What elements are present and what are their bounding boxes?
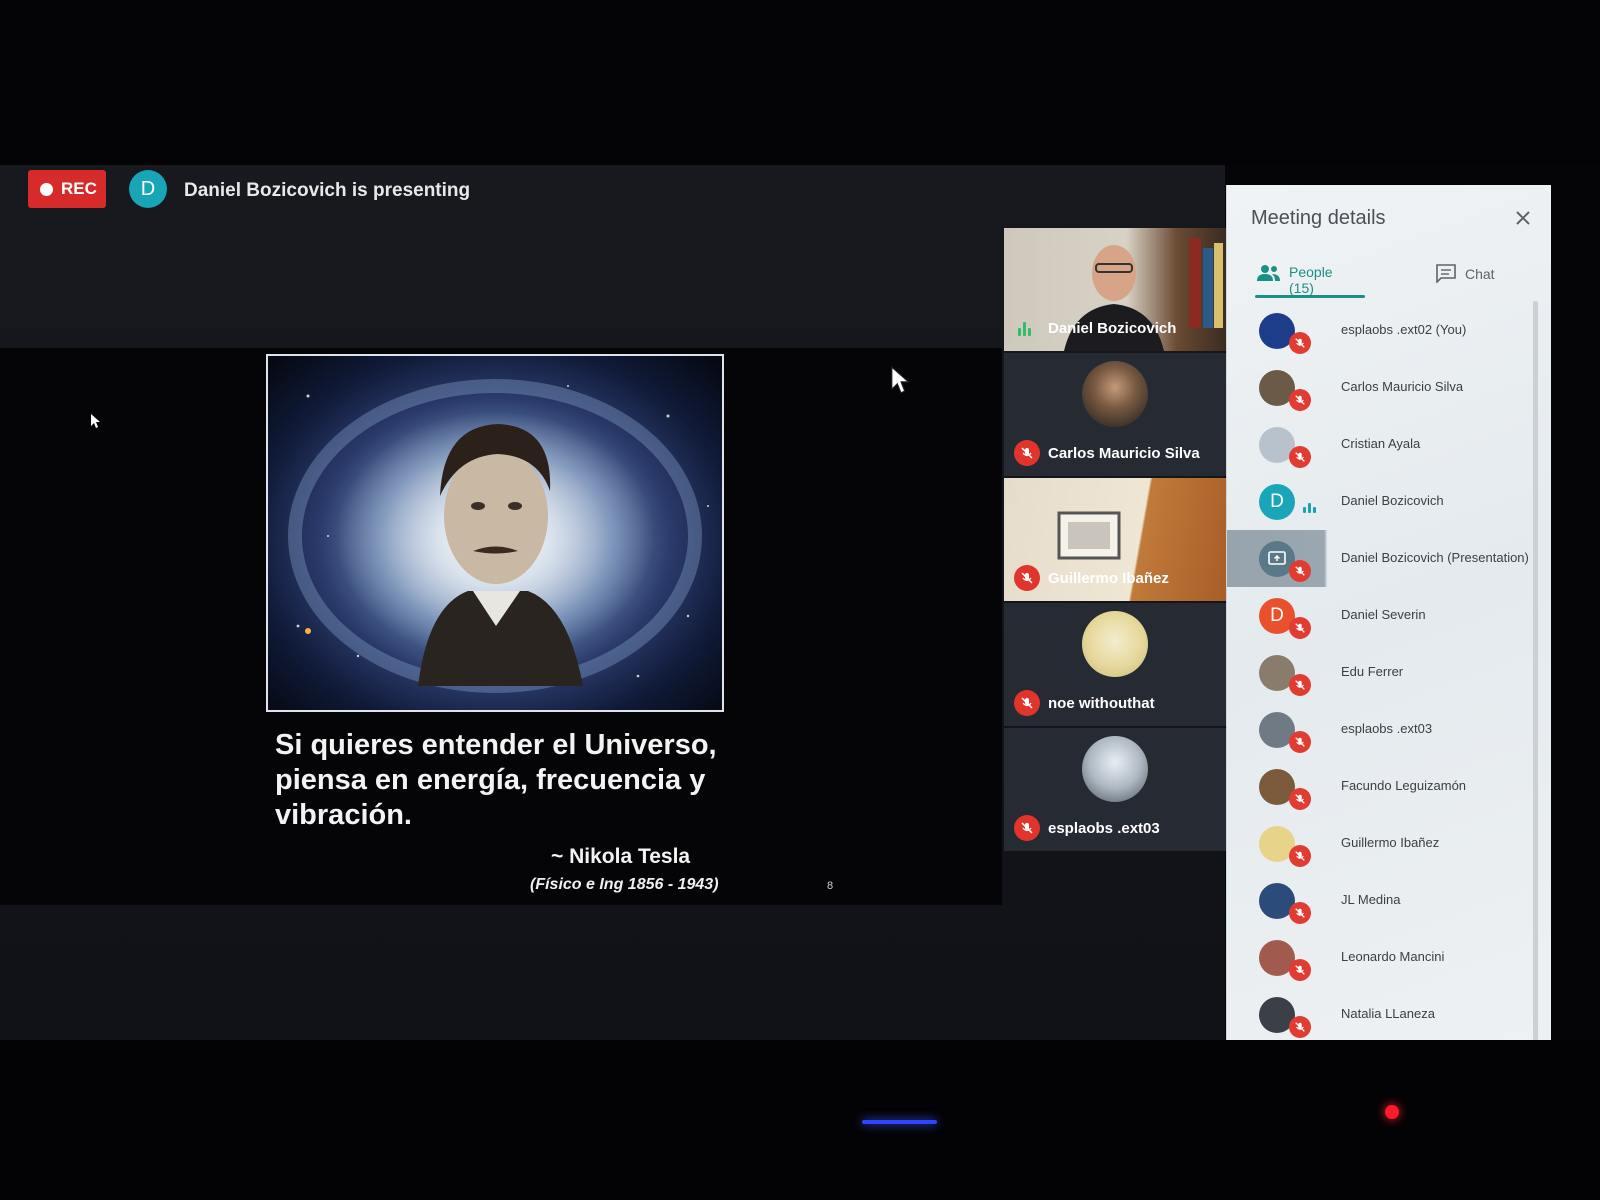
participant-row[interactable]: Cristian Ayala — [1227, 416, 1551, 473]
mic-off-icon — [1289, 902, 1311, 924]
tab-people[interactable]: People (15) — [1257, 255, 1361, 296]
slide-quote: Si quieres entender el Universo, piensa … — [275, 729, 717, 831]
tab-chat[interactable]: Chat — [1435, 255, 1515, 295]
chat-icon — [1436, 264, 1456, 283]
participant-avatar — [1082, 361, 1148, 427]
mic-off-icon — [1289, 332, 1311, 354]
mic-off-icon — [1289, 617, 1311, 639]
participant-name: esplaobs .ext03 — [1341, 721, 1433, 736]
slide-attribution: ~ Nikola Tesla — [551, 845, 691, 868]
shared-slide: Si quieres entender el Universo, piensa … — [0, 348, 1002, 905]
participant-list: esplaobs .ext02 (You) Carlos Mauricio Sil… — [1227, 302, 1551, 1043]
tile-participant-name: Carlos Mauricio Silva — [1048, 445, 1200, 462]
meeting-details-panel: Meeting details People (15) Chat esplaob… — [1226, 185, 1551, 1043]
participant-row[interactable]: Carlos Mauricio Silva — [1227, 359, 1551, 416]
participant-name: Edu Ferrer — [1341, 664, 1404, 679]
video-tile-carlos[interactable]: Carlos Mauricio Silva — [1004, 353, 1226, 476]
monitor-bezel-top — [0, 0, 1600, 165]
mic-off-icon — [1014, 690, 1040, 716]
participant-row[interactable]: Daniel Bozicovich (Presentation) — [1227, 530, 1551, 587]
participant-name: Cristian Ayala — [1341, 436, 1421, 451]
participant-row[interactable]: Guillermo Ibañez — [1227, 815, 1551, 872]
participant-row[interactable]: Natalia LLaneza — [1227, 986, 1551, 1043]
participant-name: Facundo Leguizamón — [1341, 778, 1467, 793]
participant-name: esplaobs .ext02 (You) — [1341, 322, 1467, 337]
small-cursor-icon — [91, 414, 100, 428]
presentation-area: REC D Daniel Bozicovich is presenting Si… — [0, 165, 1226, 1040]
tile-participant-name: Daniel Bozicovich — [1048, 320, 1177, 337]
participant-row[interactable]: JL Medina — [1227, 872, 1551, 929]
slide-page-number: 8 — [827, 880, 834, 892]
mic-off-icon — [1289, 845, 1311, 867]
mic-off-icon — [1014, 440, 1040, 466]
tab-chat-label: Chat — [1465, 266, 1495, 282]
mic-off-icon — [1289, 674, 1311, 696]
participant-avatar: D — [1259, 484, 1295, 520]
tile-participant-name: Guillermo Ibañez — [1048, 570, 1169, 587]
participant-name: JL Medina — [1341, 892, 1401, 907]
mic-off-icon — [1289, 446, 1311, 468]
mic-off-icon — [1289, 959, 1311, 981]
participant-name: Daniel Bozicovich (Presentation) — [1341, 550, 1529, 565]
video-tile-esplaobs-ext03[interactable]: esplaobs .ext03 — [1004, 728, 1226, 851]
participant-name: Daniel Severin — [1341, 607, 1426, 622]
participant-name: Daniel Bozicovich — [1341, 493, 1444, 508]
mic-off-icon — [1289, 560, 1311, 582]
tab-people-label: People (15) — [1289, 264, 1333, 296]
tile-participant-name: noe withouthat — [1048, 695, 1155, 712]
standby-light — [1385, 1105, 1399, 1119]
mic-off-icon — [1289, 731, 1311, 753]
mic-off-icon — [1289, 1016, 1311, 1038]
panel-scrollbar[interactable] — [1533, 301, 1538, 1041]
mic-off-icon — [1014, 565, 1040, 591]
participant-row[interactable]: Edu Ferrer — [1227, 644, 1551, 701]
participant-name: Leonardo Mancini — [1341, 949, 1445, 964]
presenter-avatar: D — [129, 170, 167, 208]
speaking-indicator-icon — [1303, 503, 1316, 513]
video-tile-guillermo[interactable]: Guillermo Ibañez — [1004, 478, 1226, 601]
video-tile-noe[interactable]: noe withouthat — [1004, 603, 1226, 726]
speaking-indicator-icon — [1018, 322, 1031, 336]
mic-off-icon — [1014, 815, 1040, 841]
mouse-pointer-icon — [891, 365, 910, 394]
record-icon — [40, 182, 53, 196]
recording-label: REC — [61, 179, 97, 198]
people-icon — [1257, 265, 1280, 281]
active-tab-indicator — [1255, 295, 1365, 298]
participant-row[interactable]: Leonardo Mancini — [1227, 929, 1551, 986]
participant-row[interactable]: Facundo Leguizamón — [1227, 758, 1551, 815]
tesla-galaxy-image — [266, 354, 724, 712]
participant-row[interactable]: D Daniel Severin — [1227, 587, 1551, 644]
participant-avatar — [1082, 611, 1148, 677]
participant-name: Guillermo Ibañez — [1341, 835, 1440, 850]
power-led — [862, 1120, 937, 1124]
mic-off-icon — [1289, 389, 1311, 411]
mic-off-icon — [1289, 788, 1311, 810]
slide-subtitle: (Físico e Ing 1856 - 1943) — [530, 876, 719, 893]
panel-title: Meeting details — [1251, 207, 1386, 229]
video-tile-daniel[interactable]: Daniel Bozicovich — [1004, 228, 1226, 351]
participant-row[interactable]: D Daniel Bozicovich — [1227, 473, 1551, 530]
participant-row[interactable]: esplaobs .ext02 (You) — [1227, 302, 1551, 359]
participant-name: Carlos Mauricio Silva — [1341, 379, 1464, 394]
close-icon[interactable] — [1510, 205, 1536, 231]
presenting-status: Daniel Bozicovich is presenting — [184, 180, 471, 201]
tile-participant-name: esplaobs .ext03 — [1048, 820, 1160, 837]
monitor-bezel-bottom — [0, 1040, 1600, 1200]
participant-row[interactable]: esplaobs .ext03 — [1227, 701, 1551, 758]
participant-name: Natalia LLaneza — [1341, 1006, 1435, 1021]
participant-avatar — [1082, 736, 1148, 802]
present-screen-icon — [1268, 551, 1286, 565]
recording-badge: REC — [28, 170, 106, 208]
